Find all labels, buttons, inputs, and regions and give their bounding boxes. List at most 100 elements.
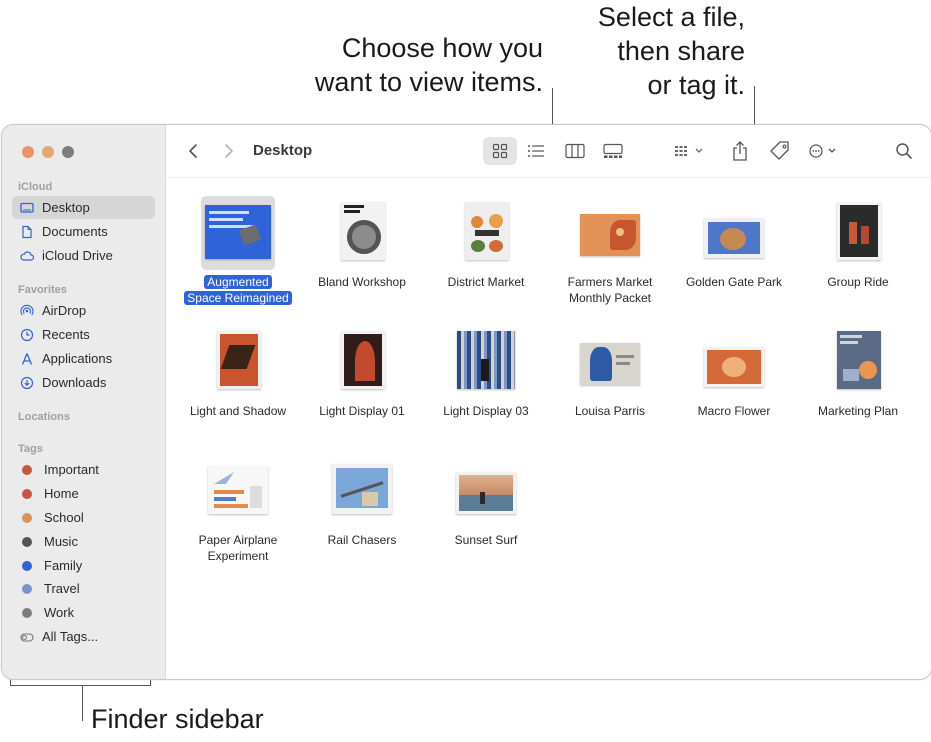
search-button[interactable]	[890, 137, 918, 165]
file-name: Light Display 03	[443, 404, 529, 418]
file-name-line1: Farmers Market	[567, 275, 653, 289]
file-item-macro-flower[interactable]: Macro Flower	[672, 323, 796, 433]
file-item-rail-chasers[interactable]: Rail Chasers	[300, 452, 424, 562]
sidebar-item-all-tags[interactable]: All Tags...	[12, 625, 155, 648]
tag-color-dot	[22, 560, 32, 571]
file-name: Light and Shadow	[189, 404, 287, 418]
sidebar-item-label: Applications	[42, 351, 113, 366]
file-name: Sunset Surf	[454, 533, 518, 547]
gallery-view-button[interactable]	[596, 137, 630, 165]
chevron-left-icon	[189, 144, 197, 158]
file-item-paper-airplane-experiment[interactable]: Paper Airplane Experiment	[176, 452, 300, 563]
tag-icon	[770, 141, 789, 160]
file-item-light-and-shadow[interactable]: Light and Shadow	[176, 323, 300, 433]
sidebar-section-tags[interactable]: Tags	[18, 443, 43, 455]
cloud-icon	[20, 249, 34, 263]
sidebar-item-label: Desktop	[42, 200, 90, 215]
tag-color-dot	[22, 583, 32, 594]
sidebar-item-label: iCloud Drive	[42, 248, 113, 263]
sidebar-item-recents[interactable]: Recents	[12, 323, 155, 346]
sidebar-item-applications[interactable]: Applications	[12, 347, 155, 370]
file-name: Light Display 01	[319, 404, 405, 418]
all-tags-icon	[20, 630, 34, 644]
sidebar-tag-important[interactable]: Important	[12, 458, 155, 481]
file-thumbnail	[456, 472, 516, 514]
file-item-marketing-plan[interactable]: Marketing Plan	[796, 323, 920, 433]
file-name: Louisa Parris	[574, 404, 646, 418]
share-button[interactable]	[725, 137, 755, 165]
sidebar-item-label: AirDrop	[42, 303, 87, 318]
file-item-farmers-market-monthly-packet[interactable]: Farmers Market Monthly Packet	[548, 194, 672, 305]
tag-button[interactable]	[764, 137, 796, 165]
file-name: Group Ride	[827, 275, 889, 289]
callout-view-line1: Choose how you	[341, 33, 543, 63]
airdrop-icon	[20, 304, 34, 318]
sidebar-tag-school[interactable]: School	[12, 506, 155, 529]
icon-view-button[interactable]	[483, 137, 517, 165]
callout-sidebar: Finder sidebar	[91, 704, 264, 734]
file-item-sunset-surf[interactable]: Sunset Surf	[424, 452, 548, 562]
list-view-button[interactable]	[519, 137, 553, 165]
file-item-bland-workshop[interactable]: Bland Workshop	[300, 194, 424, 304]
callout-share-line2: then share	[617, 36, 745, 66]
maximize-button[interactable]	[62, 146, 74, 158]
sidebar-item-label: Music	[44, 534, 78, 549]
file-thumbnail	[208, 466, 268, 514]
more-actions-button[interactable]	[804, 137, 844, 165]
chevron-right-icon	[225, 144, 233, 158]
sidebar-item-label: Downloads	[42, 375, 107, 390]
download-icon	[20, 376, 34, 390]
leader-line-sidebar	[82, 685, 83, 721]
group-by-icon	[675, 146, 703, 156]
file-thumbnail	[580, 343, 640, 385]
column-view-icon	[565, 143, 585, 159]
file-item-louisa-parris[interactable]: Louisa Parris	[548, 323, 672, 433]
back-button[interactable]	[182, 139, 204, 163]
sidebar-item-label: All Tags...	[42, 629, 99, 644]
file-thumbnail	[217, 331, 261, 389]
column-view-button[interactable]	[558, 137, 592, 165]
file-item-augmented-space-reimagined[interactable]: Augmented Space Reimagined	[176, 194, 300, 305]
sidebar-item-label: Important	[44, 462, 99, 477]
file-item-light-display-01[interactable]: Light Display 01	[300, 323, 424, 433]
group-by-button[interactable]	[670, 137, 710, 165]
file-item-light-display-03[interactable]: Light Display 03	[424, 323, 548, 433]
sidebar-item-downloads[interactable]: Downloads	[12, 371, 155, 394]
finder-window: iCloud Desktop Documents iCloud Drive Fa…	[1, 124, 931, 680]
sidebar-item-label: Travel	[44, 581, 80, 596]
minimize-button[interactable]	[42, 146, 54, 158]
applications-icon	[20, 352, 34, 366]
file-name: Marketing Plan	[817, 404, 899, 418]
file-name: Golden Gate Park	[685, 275, 783, 289]
sidebar-tag-home[interactable]: Home	[12, 482, 155, 505]
sidebar-tag-family[interactable]: Family	[12, 554, 155, 577]
finder-sidebar: iCloud Desktop Documents iCloud Drive Fa…	[2, 125, 166, 679]
sidebar-item-label: Documents	[42, 224, 108, 239]
desktop-icon	[20, 201, 34, 215]
gallery-view-icon	[603, 143, 623, 158]
tag-color-dot	[22, 607, 32, 618]
sidebar-tag-music[interactable]: Music	[12, 530, 155, 553]
sidebar-item-icloud-drive[interactable]: iCloud Drive	[12, 244, 155, 267]
file-item-district-market[interactable]: District Market	[424, 194, 548, 304]
file-thumbnail	[580, 214, 640, 256]
sidebar-item-airdrop[interactable]: AirDrop	[12, 299, 155, 322]
window-title: Desktop	[253, 142, 313, 159]
close-button[interactable]	[22, 146, 34, 158]
file-name-line2: Space Reimagined	[184, 291, 292, 305]
file-thumbnail	[205, 205, 271, 259]
sidebar-item-desktop[interactable]: Desktop	[12, 196, 155, 219]
file-item-group-ride[interactable]: Group Ride	[796, 194, 920, 304]
search-icon	[896, 143, 912, 159]
file-thumbnail	[465, 202, 509, 260]
sidebar-item-documents[interactable]: Documents	[12, 220, 155, 243]
sidebar-tag-travel[interactable]: Travel	[12, 577, 155, 600]
tag-color-dot	[22, 464, 32, 475]
sidebar-section-locations[interactable]: Locations	[18, 411, 70, 423]
file-item-golden-gate-park[interactable]: Golden Gate Park	[672, 194, 796, 304]
sidebar-item-label: Home	[44, 486, 79, 501]
file-thumbnail	[704, 218, 764, 258]
sidebar-tag-work[interactable]: Work	[12, 601, 155, 624]
forward-button[interactable]	[218, 139, 240, 163]
list-view-icon	[528, 145, 544, 157]
